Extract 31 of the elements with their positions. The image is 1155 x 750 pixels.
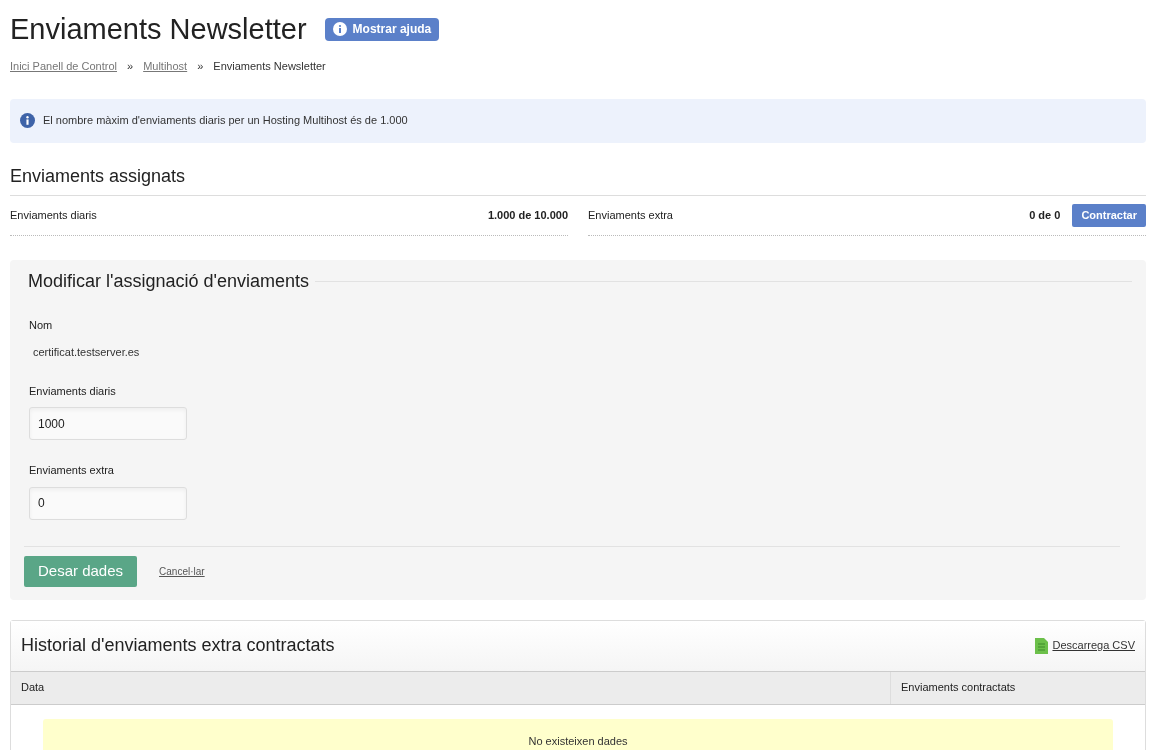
input-field[interactable]: 0	[29, 486, 187, 520]
field-label: Nom	[29, 317, 54, 333]
empty-message: No existeixen dades	[43, 718, 1113, 750]
section-title: Enviaments assignats	[10, 162, 1146, 196]
stat-value: 1.000 de 10.000	[487, 207, 568, 223]
csv-download-link[interactable]: Descarrega CSV	[1052, 637, 1135, 654]
column-header: Enviaments contractats	[900, 680, 1017, 696]
info-icon	[332, 22, 347, 36]
stat-value: 0 de 0	[1029, 207, 1061, 223]
breadcrumb-separator: »	[197, 59, 204, 74]
stat-label: Enviaments extra	[588, 207, 673, 223]
breadcrumb-link[interactable]: Multihost	[143, 58, 188, 75]
spreadsheet-icon	[1035, 637, 1049, 654]
breadcrumb-current: Enviaments Newsletter	[213, 59, 326, 74]
breadcrumb-separator: »	[127, 59, 134, 74]
column-header: Data	[11, 671, 891, 704]
field-label: Enviaments extra	[29, 463, 115, 478]
name-value: certificat.testserver.es	[32, 345, 141, 360]
panel-title: Historial d'enviaments extra contractats	[21, 634, 335, 657]
save-button[interactable]: Desar dades	[24, 555, 138, 587]
input-field[interactable]: 1000	[29, 407, 187, 440]
field-label: Enviaments diaris	[29, 383, 117, 399]
help-button[interactable]: Mostrar ajuda	[324, 17, 440, 41]
form-title: Modificar l'assignació d'enviaments	[27, 269, 309, 293]
cancel-link[interactable]: Cancel·lar	[159, 563, 205, 579]
page-title: Enviaments Newsletter	[10, 12, 307, 46]
stat-label: Enviaments diaris	[10, 207, 97, 223]
breadcrumb-link[interactable]: Inici Panell de Control	[10, 58, 117, 75]
alert-text: El nombre màxim d'enviaments diaris per un Hosting Multihost és de 1.000	[43, 113, 408, 129]
info-icon	[20, 113, 35, 128]
contract-button[interactable]: Contractar	[1072, 203, 1146, 227]
